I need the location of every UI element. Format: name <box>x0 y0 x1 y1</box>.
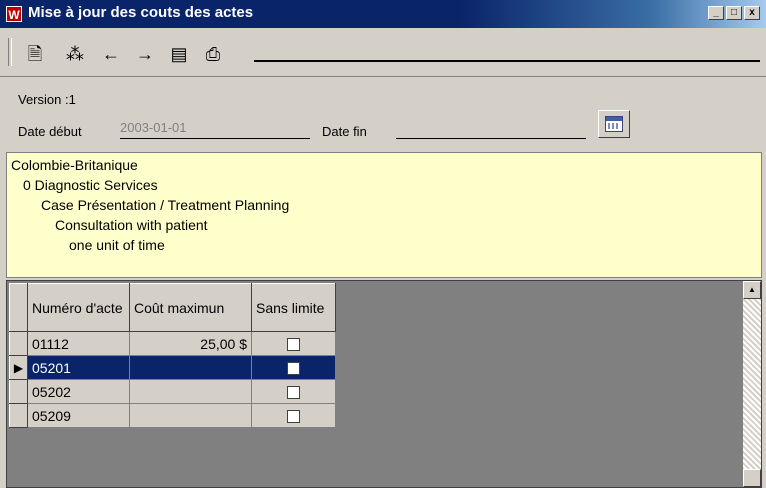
tree-node-province: Colombie-Britanique <box>11 157 138 173</box>
date-fin-label: Date fin <box>322 124 367 139</box>
window-title: Mise à jour des couts des actes <box>28 4 254 21</box>
app-icon: W <box>6 6 22 22</box>
sans-limite-checkbox[interactable] <box>287 338 300 352</box>
calendar-icon <box>605 116 623 132</box>
application-window: W Mise à jour des couts des actes _ □ x … <box>0 0 766 488</box>
toolbar-separator-line <box>254 60 760 62</box>
tree-node-category: 0 Diagnostic Services <box>23 177 158 193</box>
version-label: Version :1 <box>18 92 76 107</box>
cell-numero[interactable]: 05201 <box>27 355 130 380</box>
print-icon[interactable]: ⎙ <box>200 44 226 64</box>
row-indicator[interactable] <box>9 331 28 356</box>
date-fin-field[interactable] <box>396 120 586 139</box>
scroll-up-arrow-icon[interactable]: ▲ <box>743 281 761 299</box>
open-document-icon[interactable]: 🗎 <box>22 44 48 64</box>
cost-grid-area: Numéro d'acte Coût maximun Sans limite 0… <box>6 280 762 488</box>
tree-node-subcategory: Case Présentation / Treatment Planning <box>41 197 290 213</box>
cell-cout[interactable] <box>129 379 252 404</box>
column-header-numero[interactable]: Numéro d'acte <box>27 283 130 332</box>
table-row[interactable]: ▶ 05201 <box>9 355 336 380</box>
act-hierarchy-panel: Colombie-Britanique 0 Diagnostic Service… <box>6 152 762 278</box>
cell-cout[interactable] <box>129 355 252 380</box>
previous-arrow-icon[interactable]: ← <box>98 44 124 64</box>
column-header-sans-limite[interactable]: Sans limite <box>251 283 336 332</box>
cell-numero[interactable]: 05202 <box>27 379 130 404</box>
date-debut-field[interactable]: 2003-01-01 <box>120 120 310 139</box>
cell-cout[interactable]: 25,00 $ <box>129 331 252 356</box>
cell-sans-limite[interactable] <box>251 379 336 404</box>
grid-corner <box>9 283 28 332</box>
sans-limite-checkbox[interactable] <box>287 410 300 424</box>
version-form: Version :1 Date début 2003-01-01 Date fi… <box>0 76 766 148</box>
minimize-button[interactable]: _ <box>708 6 724 20</box>
cell-sans-limite[interactable] <box>251 355 336 380</box>
tree-node-unit: one unit of time <box>69 237 165 253</box>
calendar-button[interactable] <box>598 110 630 138</box>
column-header-cout-maximum[interactable]: Coût maximun <box>129 283 252 332</box>
new-record-icon[interactable]: ⁂ <box>62 44 88 64</box>
cell-sans-limite[interactable] <box>251 403 336 428</box>
current-row-arrow-icon[interactable]: ▶ <box>9 355 28 380</box>
cell-sans-limite[interactable] <box>251 331 336 356</box>
maximize-button[interactable]: □ <box>726 6 742 20</box>
cell-numero[interactable]: 01112 <box>27 331 130 356</box>
table-row[interactable]: 01112 25,00 $ <box>9 331 336 356</box>
sans-limite-checkbox[interactable] <box>287 362 300 376</box>
toolbar: 🗎 ⁂ ← → ▤ ⎙ <box>0 28 766 77</box>
cell-numero[interactable]: 05209 <box>27 403 130 428</box>
table-row[interactable]: 05209 <box>9 403 336 428</box>
vertical-scrollbar[interactable]: ▲ <box>743 281 761 487</box>
row-indicator[interactable] <box>9 379 28 404</box>
next-arrow-icon[interactable]: → <box>132 44 158 64</box>
tree-node-act: Consultation with patient <box>55 217 208 233</box>
close-button[interactable]: x <box>744 6 760 20</box>
cell-cout[interactable] <box>129 403 252 428</box>
date-debut-label: Date début <box>18 124 82 139</box>
row-indicator[interactable] <box>9 403 28 428</box>
list-icon[interactable]: ▤ <box>166 44 192 64</box>
table-row[interactable]: 05202 <box>9 379 336 404</box>
toolbar-grip[interactable] <box>8 38 12 66</box>
title-bar[interactable]: W Mise à jour des couts des actes _ □ x <box>0 0 766 28</box>
grid-header-row: Numéro d'acte Coût maximun Sans limite <box>9 283 336 332</box>
scroll-down-arrow-icon[interactable] <box>743 469 761 487</box>
sans-limite-checkbox[interactable] <box>287 386 300 400</box>
cost-grid: Numéro d'acte Coût maximun Sans limite 0… <box>9 283 336 428</box>
